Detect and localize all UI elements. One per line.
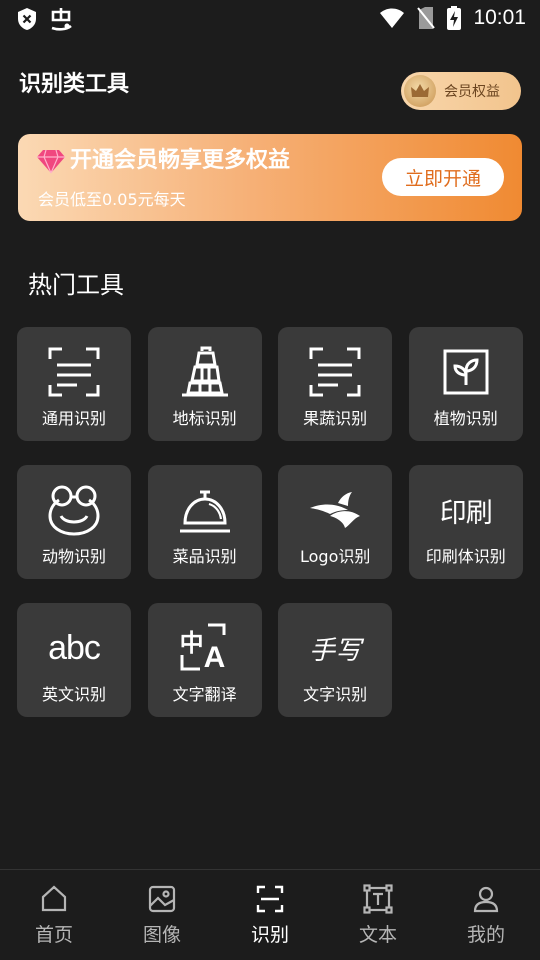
vip-banner-subtitle: 会员低至0.05元每天: [38, 190, 186, 209]
bottom-nav: 首页 图像 识别 文本 我的: [0, 869, 540, 960]
tool-card-landmark-recognition[interactable]: 地标识别: [147, 327, 262, 441]
no-sim-icon: [417, 7, 436, 29]
vip-banner-title: 开通会员畅享更多权益: [70, 148, 291, 173]
tool-label: 动物识别: [41, 547, 106, 566]
crown-icon: [404, 75, 436, 107]
tool-label: 果蔬识别: [303, 409, 368, 428]
status-time: 10:01: [473, 6, 526, 29]
bug-app-icon: [51, 8, 72, 31]
nav-item-text[interactable]: 文本: [324, 870, 432, 960]
tool-card-general-recognition[interactable]: 通用识别: [17, 327, 131, 441]
nav-item-profile[interactable]: 我的: [432, 870, 540, 960]
logo-bird-icon: [308, 483, 362, 537]
translate-icon: 中 A: [178, 621, 232, 675]
tool-card-english-recognition[interactable]: abc 英文识别: [17, 603, 131, 717]
abc-glyph: abc: [48, 628, 101, 667]
nav-label-profile: 我的: [466, 924, 505, 946]
scan-text-icon: [47, 345, 101, 399]
vip-banner[interactable]: 开通会员畅享更多权益 会员低至0.05元每天 立即开通: [18, 134, 522, 221]
tool-card-text-recognition[interactable]: 手写 文字识别: [278, 603, 393, 717]
section-title: 热门工具: [28, 271, 124, 299]
tool-label: 文字翻译: [172, 685, 237, 704]
tool-card-text-translation[interactable]: 中 A 文字翻译: [147, 603, 262, 717]
image-icon: [148, 885, 176, 913]
text-box-icon: [363, 884, 393, 914]
tool-label: Logo识别: [300, 547, 371, 566]
tool-label: 植物识别: [433, 409, 498, 428]
profile-icon: [473, 886, 499, 913]
tool-card-logo-recognition[interactable]: Logo识别: [278, 465, 393, 579]
tool-label: 通用识别: [41, 409, 106, 428]
header: 识别类工具 会员权益: [19, 70, 521, 110]
tool-card-plant-recognition[interactable]: 植物识别: [408, 327, 523, 441]
tool-card-print-recognition[interactable]: 印刷 印刷体识别: [408, 465, 523, 579]
nav-label-home: 首页: [34, 924, 73, 946]
handwriting-icon: 手写: [308, 621, 362, 675]
tool-label: 文字识别: [303, 685, 368, 704]
tools-grid: 通用识别 地标识别 果蔬识别 植物识别 动物识别 菜品识别 Logo识别 印刷 …: [17, 327, 523, 717]
member-benefits-label: 会员权益: [444, 84, 500, 100]
tool-label: 印刷体识别: [425, 547, 506, 566]
home-icon: [41, 885, 67, 912]
tool-label: 地标识别: [172, 409, 237, 428]
nav-item-home[interactable]: 首页: [0, 870, 108, 960]
print-glyph: 印刷: [439, 497, 493, 529]
activate-now-button[interactable]: 立即开通: [382, 158, 504, 196]
print-text-icon: 印刷: [439, 483, 493, 537]
tower-icon: [178, 345, 232, 399]
battery-charging-icon: [447, 6, 462, 30]
page-title: 识别类工具: [19, 72, 130, 97]
nav-label-recognize: 识别: [250, 924, 289, 946]
nav-label-text: 文本: [358, 924, 397, 946]
plant-icon: [439, 345, 493, 399]
diamond-icon: [37, 149, 65, 174]
nav-label-image: 图像: [142, 924, 181, 946]
scan-text-icon: [308, 345, 362, 399]
member-benefits-button[interactable]: 会员权益: [401, 72, 521, 110]
tool-card-dish-recognition[interactable]: 菜品识别: [147, 465, 262, 579]
wifi-icon: [380, 8, 405, 28]
tool-label: 英文识别: [41, 685, 106, 704]
abc-icon: abc: [47, 621, 101, 675]
dish-cloche-icon: [178, 483, 232, 537]
frog-icon: [47, 483, 101, 537]
nav-item-recognize[interactable]: 识别: [216, 870, 324, 960]
handwriting-glyph: 手写: [309, 635, 362, 666]
tool-card-fruit-veg-recognition[interactable]: 果蔬识别: [278, 327, 393, 441]
shield-x-icon: [18, 8, 36, 30]
tool-label: 菜品识别: [172, 547, 237, 566]
nav-item-image[interactable]: 图像: [108, 870, 216, 960]
status-bar: 10:01: [0, 0, 540, 38]
scan-icon: [256, 885, 284, 913]
tool-card-animal-recognition[interactable]: 动物识别: [17, 465, 131, 579]
